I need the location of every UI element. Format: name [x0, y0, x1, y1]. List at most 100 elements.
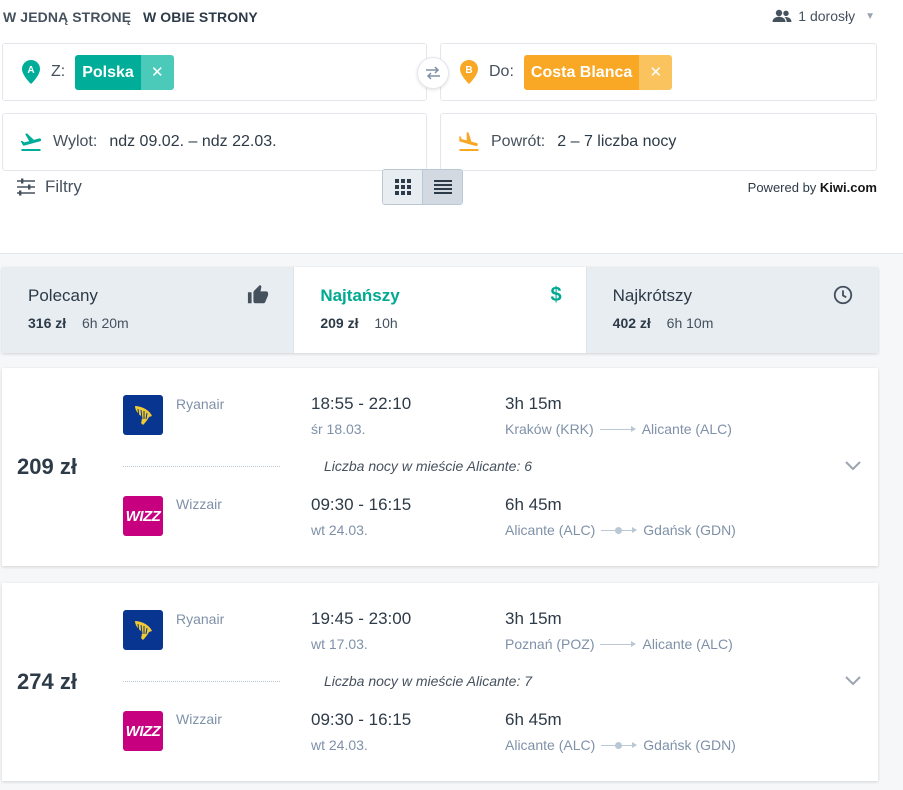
flight-duration: 6h 45m [505, 495, 562, 514]
result-card[interactable]: Ryanair 18:55 - 22:10 śr 18.03. 3h 15m K… [2, 368, 878, 566]
grid-icon [394, 179, 411, 195]
from-chip: Polska ✕ [75, 54, 174, 90]
tab-cheapest[interactable]: Najtańszy 209 zł 10h $ [293, 267, 586, 353]
return-value: 2 – 7 liczba nocy [557, 133, 677, 150]
dollar-icon: $ [550, 284, 562, 306]
swap-icon [426, 66, 440, 80]
origin: Alicante (ALC) [505, 737, 596, 753]
tab-duration: 6h 10m [666, 315, 714, 331]
ryanair-logo [123, 395, 163, 435]
wizzair-logo: WIZZ [123, 496, 163, 536]
route-arrow-icon [599, 424, 636, 434]
trip-type-bar: W JEDNĄ STRONĘ W OBIE STRONY 1 dorosły ▼ [0, 0, 903, 36]
flight-times: 09:30 - 16:15 [311, 495, 412, 514]
result-card[interactable]: Ryanair 19:45 - 23:00 wt 17.03. 3h 15m P… [2, 583, 878, 781]
view-toggle [382, 169, 463, 205]
from-label: Z: [51, 63, 66, 80]
remove-from-icon[interactable]: ✕ [140, 54, 174, 90]
carrier-name: Ryanair [176, 396, 225, 412]
one-way-option[interactable]: W JEDNĄ STRONĘ [3, 9, 131, 25]
tab-shortest[interactable]: Najkrótszy 402 zł 6h 10m [585, 267, 878, 353]
flight-duration: 6h 45m [505, 710, 562, 729]
to-chip-label: Costa Blanca [523, 54, 640, 90]
filters-label: Filtry [45, 177, 82, 196]
origin: Alicante (ALC) [505, 522, 596, 538]
nights-note: Liczba nocy w mieście Alicante: 6 [324, 458, 533, 474]
filters-button[interactable]: Filtry [16, 177, 82, 197]
flight-route: Alicante (ALC) Gdańsk (GDN) [505, 737, 736, 753]
tab-title: Najtańszy [320, 286, 400, 305]
wizz-logo-text: WIZZ [125, 507, 161, 525]
flight-route: Poznań (POZ) Alicante (ALC) [505, 636, 733, 652]
search-form: A Z: Polska ✕ B Do: Costa Blanca ✕ Wylot… [0, 36, 903, 254]
people-icon [772, 9, 792, 22]
route-stop-arrow-icon [601, 525, 638, 535]
sliders-icon [17, 178, 35, 196]
clock-icon [833, 285, 853, 305]
divider [123, 466, 280, 467]
svg-text:B: B [465, 65, 472, 76]
list-view-button[interactable] [422, 170, 462, 204]
from-field[interactable]: A Z: Polska ✕ [2, 43, 427, 101]
wizzair-logo: WIZZ [123, 711, 163, 751]
chevron-down-icon[interactable] [844, 458, 862, 472]
flight-duration: 3h 15m [505, 394, 562, 413]
flight-date: śr 18.03. [311, 421, 366, 437]
chevron-down-icon[interactable] [844, 673, 862, 687]
tab-duration: 10h [374, 315, 398, 331]
wizz-logo-text: WIZZ [125, 722, 161, 740]
flight-times: 09:30 - 16:15 [311, 710, 412, 729]
from-chip-label: Polska [75, 54, 141, 90]
pin-a-icon: A [22, 60, 40, 84]
departure-value: ndz 09.02. – ndz 22.03. [109, 133, 277, 150]
powered-by: Powered by Kiwi.com [748, 180, 877, 195]
nights-note: Liczba nocy w mieście Alicante: 7 [324, 673, 533, 689]
powered-by-prefix: Powered by [747, 180, 820, 195]
carrier-name: Ryanair [176, 611, 225, 627]
origin: Poznań (POZ) [505, 636, 595, 652]
tab-price: 316 zł [28, 315, 67, 331]
sort-tabs: Polecany 316 zł 6h 20m Najtańszy 209 zł … [2, 267, 878, 353]
flight-route: Alicante (ALC) Gdańsk (GDN) [505, 522, 736, 538]
carrier-name: Wizzair [176, 711, 222, 727]
destination: Alicante (ALC) [642, 636, 733, 652]
to-label: Do: [489, 63, 514, 80]
departure-field[interactable]: Wylot: ndz 09.02. – ndz 22.03. [2, 113, 427, 171]
flight-times: 18:55 - 22:10 [311, 394, 412, 413]
pin-b-icon: B [460, 60, 478, 84]
destination: Gdańsk (GDN) [643, 522, 736, 538]
origin: Kraków (KRK) [505, 421, 594, 437]
chevron-down-icon: ▼ [865, 10, 875, 22]
tab-recommended[interactable]: Polecany 316 zł 6h 20m [2, 267, 294, 353]
destination: Gdańsk (GDN) [643, 737, 736, 753]
return-label: Powrót: [491, 133, 546, 150]
swap-button[interactable] [417, 57, 449, 89]
thumbs-up-icon [248, 284, 269, 304]
divider [123, 681, 280, 682]
tab-price: 209 zł [320, 315, 359, 331]
ryanair-logo [123, 610, 163, 650]
list-icon [433, 180, 452, 194]
flight-route: Kraków (KRK) Alicante (ALC) [505, 421, 732, 437]
destination: Alicante (ALC) [641, 421, 732, 437]
tab-duration: 6h 20m [82, 315, 129, 331]
flight-times: 19:45 - 23:00 [311, 609, 412, 628]
flight-date: wt 17.03. [311, 636, 368, 652]
tab-title: Polecany [28, 286, 98, 305]
return-option[interactable]: W OBIE STRONY [143, 9, 258, 25]
return-field[interactable]: Powrót: 2 – 7 liczba nocy [440, 113, 877, 171]
carrier-name: Wizzair [176, 496, 222, 512]
flight-duration: 3h 15m [505, 609, 562, 628]
takeoff-icon [20, 133, 42, 151]
remove-to-icon[interactable]: ✕ [639, 54, 673, 90]
flight-date: wt 24.03. [311, 522, 368, 538]
to-chip: Costa Blanca ✕ [523, 54, 673, 90]
to-field[interactable]: B Do: Costa Blanca ✕ [440, 43, 877, 101]
landing-icon [459, 132, 479, 151]
passengers-selector[interactable]: 1 dorosły ▼ [772, 8, 875, 24]
harp-icon [135, 621, 152, 640]
kiwi-brand[interactable]: Kiwi.com [820, 180, 877, 195]
grid-view-button[interactable] [383, 170, 422, 204]
route-arrow-icon [600, 639, 637, 649]
tab-price: 402 zł [612, 315, 651, 331]
